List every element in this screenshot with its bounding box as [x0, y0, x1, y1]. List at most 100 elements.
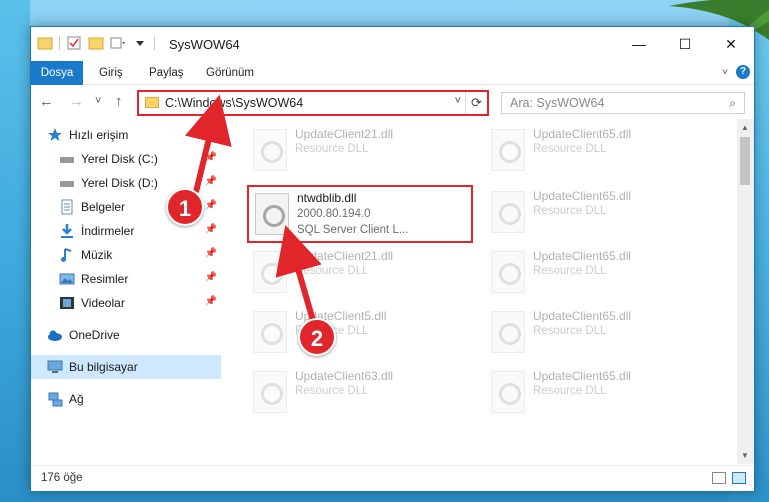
- dll-file-icon: [253, 129, 287, 171]
- dll-file-icon: [253, 251, 287, 293]
- folder-icon: [145, 97, 159, 108]
- navigation-bar: ← → ˅ ↑ C:\Windows\SysWOW64 ˅ ⟳ Ara: Sys…: [31, 87, 754, 119]
- list-item[interactable]: UpdateClient21.dll Resource DLL: [239, 119, 459, 179]
- list-item[interactable]: UpdateClient65.dll Resource DLL: [477, 361, 697, 421]
- list-item[interactable]: UpdateClient65.dll Resource DLL: [477, 301, 697, 361]
- item-count: 176 öğe: [41, 472, 83, 484]
- sidebar-item-videos[interactable]: Videolar 📌: [31, 291, 221, 315]
- search-icon[interactable]: ⌕: [729, 96, 736, 111]
- list-item[interactable]: UpdateClient21.dll Resource DLL: [239, 241, 459, 301]
- back-button[interactable]: ←: [39, 93, 54, 110]
- sidebar-item-label: Yerel Disk (D:): [81, 176, 158, 190]
- scroll-up-icon[interactable]: ▲: [741, 123, 749, 132]
- minimize-button[interactable]: —: [616, 27, 662, 61]
- pin-icon[interactable]: 📌: [205, 152, 217, 163]
- sidebar-item-label: Resimler: [81, 272, 129, 286]
- address-path[interactable]: C:\Windows\SysWOW64: [165, 96, 303, 110]
- pin-icon[interactable]: 📌: [205, 200, 217, 211]
- list-item[interactable]: UpdateClient65.dll Resource DLL: [477, 181, 697, 241]
- title-bar: SysWOW64 — ☐ ✕: [31, 27, 754, 61]
- list-item-ntwdblib[interactable]: ntwdblib.dll 2000.80.194.0 SQL Server Cl…: [247, 185, 473, 243]
- desktop-background-left: [0, 0, 30, 502]
- pin-icon[interactable]: 📌: [205, 296, 217, 307]
- folder-icon: [37, 35, 53, 51]
- sidebar-item-onedrive[interactable]: OneDrive: [31, 323, 221, 347]
- navigation-pane: Hızlı erişim Yerel Disk (C:) 📌 Yerel Dis…: [31, 123, 221, 463]
- pictures-icon: [59, 271, 75, 287]
- download-icon: [59, 223, 75, 239]
- dll-file-icon: [491, 311, 525, 353]
- drive-icon: [59, 175, 75, 191]
- sidebar-item-label: Yerel Disk (C:): [81, 152, 158, 166]
- tab-home[interactable]: Giriş: [99, 61, 123, 85]
- step-1-badge: 1: [166, 188, 204, 226]
- sidebar-item-this-pc[interactable]: Bu bilgisayar: [31, 355, 221, 379]
- dll-file-icon: [491, 371, 525, 413]
- tab-file[interactable]: Dosya: [31, 61, 83, 85]
- pin-icon[interactable]: 📌: [205, 248, 217, 259]
- dll-file-icon: [253, 311, 287, 353]
- recent-locations-button[interactable]: ˅: [95, 95, 101, 107]
- dll-file-icon: [491, 191, 525, 233]
- search-placeholder: Ara: SysWOW64: [510, 96, 605, 110]
- sidebar-item-quick-access[interactable]: Hızlı erişim: [31, 123, 221, 147]
- close-button[interactable]: ✕: [708, 27, 754, 61]
- scroll-down-icon[interactable]: ▼: [741, 451, 749, 460]
- sidebar-item-music[interactable]: Müzik 📌: [31, 243, 221, 267]
- sidebar-item-label: Müzik: [81, 248, 113, 262]
- new-folder-icon[interactable]: [88, 35, 104, 51]
- explorer-window: SysWOW64 — ☐ ✕ Dosya Giriş Paylaş Görünü…: [30, 26, 755, 492]
- pin-icon[interactable]: 📌: [205, 176, 217, 187]
- network-icon: [47, 391, 63, 407]
- list-item[interactable]: UpdateClient65.dll Resource DLL: [477, 241, 697, 301]
- dll-file-icon: [491, 251, 525, 293]
- dll-file-icon: [491, 129, 525, 171]
- quick-access-toolbar: [37, 35, 155, 51]
- file-description: SQL Server Client L...: [297, 224, 409, 236]
- up-button[interactable]: ↑: [115, 93, 123, 110]
- maximize-button[interactable]: ☐: [662, 27, 708, 61]
- sidebar-item-label: İndirmeler: [81, 224, 135, 238]
- expand-ribbon-icon[interactable]: ˅: [722, 67, 728, 78]
- star-icon: [47, 127, 63, 143]
- address-bar[interactable]: C:\Windows\SysWOW64 ˅ ⟳: [137, 90, 489, 116]
- file-name: ntwdblib.dll: [297, 191, 357, 205]
- file-version: 2000.80.194.0: [297, 208, 371, 220]
- list-item[interactable]: UpdateClient5.dll Resource DLL: [239, 301, 459, 361]
- chevron-down-icon[interactable]: ˅: [455, 95, 461, 107]
- forward-button[interactable]: →: [69, 93, 84, 110]
- dll-file-icon: [255, 193, 289, 235]
- tab-share[interactable]: Paylaş: [149, 61, 184, 85]
- vertical-scrollbar[interactable]: ▲ ▼: [737, 119, 754, 464]
- sidebar-item-label: OneDrive: [69, 328, 120, 342]
- videos-icon: [59, 295, 75, 311]
- tab-view[interactable]: Görünüm: [206, 61, 254, 85]
- window-title: SysWOW64: [169, 37, 240, 52]
- properties-icon[interactable]: [66, 35, 82, 51]
- sidebar-item-label: Bu bilgisayar: [69, 360, 138, 374]
- list-item[interactable]: UpdateClient65.dll Resource DLL: [477, 119, 697, 179]
- customize-toolbar-icon[interactable]: [110, 35, 126, 51]
- cloud-icon: [47, 327, 63, 343]
- status-bar: 176 öğe: [31, 465, 754, 491]
- toolbar-divider: [154, 36, 155, 50]
- file-list: UpdateClient21.dll Resource DLL UpdateCl…: [223, 119, 739, 464]
- scroll-thumb[interactable]: [740, 137, 750, 185]
- help-icon[interactable]: ?: [736, 65, 750, 79]
- details-view-icon[interactable]: [712, 472, 726, 484]
- ribbon-tabs: Dosya Giriş Paylaş Görünüm ˅ ?: [31, 61, 754, 85]
- music-icon: [59, 247, 75, 263]
- pin-icon[interactable]: 📌: [205, 224, 217, 235]
- sidebar-item-pictures[interactable]: Resimler 📌: [31, 267, 221, 291]
- search-input[interactable]: Ara: SysWOW64 ⌕: [501, 92, 745, 114]
- refresh-icon[interactable]: ⟳: [465, 92, 487, 114]
- pin-icon[interactable]: 📌: [205, 272, 217, 283]
- tiles-view-icon[interactable]: [732, 472, 746, 484]
- ribbon-right: ˅ ?: [722, 65, 750, 79]
- list-item[interactable]: UpdateClient63.dll Resource DLL: [239, 361, 459, 421]
- sidebar-item-label: Hızlı erişim: [69, 128, 129, 142]
- chevron-down-icon[interactable]: [132, 35, 148, 51]
- step-2-badge: 2: [298, 318, 336, 356]
- sidebar-item-local-disk-c[interactable]: Yerel Disk (C:) 📌: [31, 147, 221, 171]
- sidebar-item-network[interactable]: Ağ: [31, 387, 221, 411]
